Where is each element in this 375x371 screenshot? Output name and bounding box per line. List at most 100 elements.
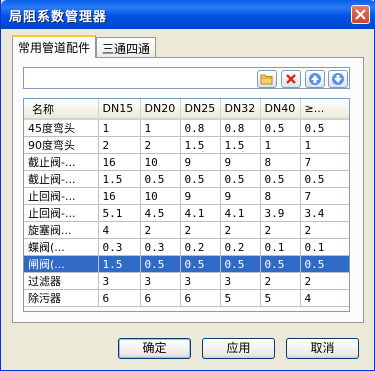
table-cell-value[interactable]: 0.5 — [220, 170, 261, 188]
table-cell-name[interactable]: 蝶阀(... — [24, 238, 99, 256]
table-cell-value[interactable]: 9 — [220, 187, 261, 205]
table-cell-value[interactable]: 2 — [98, 136, 141, 154]
table-cell-value[interactable]: 8 — [260, 187, 301, 205]
table-cell-value[interactable]: 2 — [140, 221, 181, 239]
move-down-button[interactable] — [328, 70, 348, 88]
table-cell-value[interactable]: 2 — [300, 221, 349, 239]
table-cell-value[interactable]: 3 — [220, 272, 261, 290]
table-cell-name[interactable]: 过滤器 — [24, 272, 99, 290]
column-header-dn50-plus[interactable]: ≥... — [300, 99, 349, 120]
table-cell-value[interactable]: 2 — [260, 221, 301, 239]
table-cell-value[interactable]: 0.5 — [300, 255, 349, 273]
table-row[interactable]: 止回阀-... 16 10 9 9 8 7 — [24, 187, 349, 205]
table-cell-name[interactable]: 止回阀-... — [24, 187, 99, 205]
table-cell-value[interactable]: 1.5 — [220, 136, 261, 154]
table-cell-value[interactable]: 0.8 — [180, 119, 221, 137]
column-header-name[interactable]: 名称 — [24, 99, 99, 120]
table-cell-value[interactable]: 0.5 — [260, 119, 301, 137]
table-cell-value[interactable]: 1 — [260, 136, 301, 154]
table-cell-value[interactable]: 0.5 — [220, 255, 261, 273]
move-up-button[interactable] — [305, 70, 325, 88]
table-cell-value[interactable]: 3 — [140, 272, 181, 290]
delete-button[interactable] — [281, 70, 301, 88]
table-cell-value[interactable]: 0.2 — [220, 238, 261, 256]
table-cell-value[interactable]: 1 — [300, 136, 349, 154]
table-row[interactable]: 45度弯头 1 1 0.8 0.8 0.5 0.5 — [24, 119, 349, 137]
table-cell-value[interactable]: 8 — [260, 153, 301, 171]
table-cell-value[interactable]: 7 — [300, 187, 349, 205]
table-cell-value[interactable]: 6 — [98, 289, 141, 307]
table-cell-name[interactable]: 止回阀-... — [24, 204, 99, 222]
table-cell-value[interactable]: 3 — [180, 272, 221, 290]
table-cell-value[interactable]: 16 — [98, 187, 141, 205]
column-header-dn25[interactable]: DN25 — [180, 99, 221, 120]
column-header-dn20[interactable]: DN20 — [140, 99, 181, 120]
table-cell-value[interactable]: 0.3 — [98, 238, 141, 256]
table-cell-name[interactable]: 截止阀-... — [24, 153, 99, 171]
table-cell-value[interactable]: 2 — [300, 272, 349, 290]
table-cell-value[interactable]: 3.4 — [300, 204, 349, 222]
table-cell-value[interactable]: 2 — [260, 272, 301, 290]
table-cell-value[interactable]: 0.8 — [220, 119, 261, 137]
title-bar[interactable]: 局阻系数管理器 — [1, 0, 375, 29]
close-button[interactable] — [351, 5, 370, 24]
table-row[interactable]: 过滤器 3 3 3 3 2 2 — [24, 272, 349, 290]
open-button[interactable] — [257, 70, 277, 88]
table-cell-value[interactable]: 9 — [220, 153, 261, 171]
tab-tee-cross[interactable]: 三通四通 — [96, 37, 157, 57]
table-cell-value[interactable]: 2 — [140, 136, 181, 154]
ok-button[interactable]: 确定 — [118, 338, 191, 359]
table-cell-value[interactable]: 0.5 — [140, 170, 181, 188]
cancel-button[interactable]: 取消 — [286, 338, 359, 359]
table-cell-value[interactable]: 0.5 — [180, 255, 221, 273]
table-row[interactable]: 截止阀-... 1.5 0.5 0.5 0.5 0.5 0.5 — [24, 170, 349, 188]
table-cell-value[interactable]: 0.5 — [300, 170, 349, 188]
table-row[interactable]: 止回阀-... 5.1 4.5 4.1 4.1 3.9 3.4 — [24, 204, 349, 222]
table-cell-value[interactable]: 9 — [180, 153, 221, 171]
table-row[interactable]: 旋塞阀... 4 2 2 2 2 2 — [24, 221, 349, 239]
table-cell-value[interactable]: 9 — [180, 187, 221, 205]
table-cell-value[interactable]: 0.5 — [260, 255, 301, 273]
table-cell-value[interactable]: 1.5 — [98, 255, 141, 273]
table-cell-value[interactable]: 0.5 — [260, 170, 301, 188]
table-row[interactable]: 截止阀-... 16 10 9 9 8 7 — [24, 153, 349, 171]
table-cell-value[interactable]: 6 — [180, 289, 221, 307]
table-cell-value[interactable]: 4 — [98, 221, 141, 239]
table-cell-value[interactable]: 5 — [260, 289, 301, 307]
apply-button[interactable]: 应用 — [202, 338, 275, 359]
table-cell-value[interactable]: 5.1 — [98, 204, 141, 222]
table-cell-value[interactable]: 0.5 — [180, 170, 221, 188]
table-cell-value[interactable]: 1.5 — [180, 136, 221, 154]
table-cell-value[interactable]: 3 — [98, 272, 141, 290]
table-row[interactable]: 闸阀(... 1.5 0.5 0.5 0.5 0.5 0.5 — [24, 255, 349, 273]
table-cell-name[interactable]: 旋塞阀... — [24, 221, 99, 239]
table-row[interactable]: 蝶阀(... 0.3 0.3 0.2 0.2 0.1 0.1 — [24, 238, 349, 256]
table-cell-value[interactable]: 0.1 — [260, 238, 301, 256]
table-cell-name[interactable]: 90度弯头 — [24, 136, 99, 154]
table-cell-value[interactable]: 6 — [140, 289, 181, 307]
table-cell-value[interactable]: 4.1 — [180, 204, 221, 222]
table-cell-name[interactable]: 45度弯头 — [24, 119, 99, 137]
table-cell-value[interactable]: 4.1 — [220, 204, 261, 222]
table-cell-value[interactable]: 0.5 — [300, 119, 349, 137]
table-cell-value[interactable]: 0.1 — [300, 238, 349, 256]
tab-common-fittings[interactable]: 常用管道配件 — [12, 35, 97, 58]
table-row[interactable]: 90度弯头 2 2 1.5 1.5 1 1 — [24, 136, 349, 154]
table-cell-value[interactable]: 7 — [300, 153, 349, 171]
table-cell-value[interactable]: 1 — [140, 119, 181, 137]
table-cell-value[interactable]: 3.9 — [260, 204, 301, 222]
table-cell-value[interactable]: 1.5 — [98, 170, 141, 188]
coefficient-table[interactable]: 名称 DN15 DN20 DN25 DN32 DN40 ≥... 45度弯头 1 1… — [23, 98, 350, 312]
table-cell-value[interactable]: 0.3 — [140, 238, 181, 256]
table-cell-value[interactable]: 10 — [140, 153, 181, 171]
table-cell-value[interactable]: 0.2 — [180, 238, 221, 256]
table-cell-name[interactable]: 截止阀-... — [24, 170, 99, 188]
table-cell-value[interactable]: 2 — [180, 221, 221, 239]
column-header-dn40[interactable]: DN40 — [260, 99, 301, 120]
table-cell-value[interactable]: 16 — [98, 153, 141, 171]
table-cell-value[interactable]: 5 — [220, 289, 261, 307]
table-cell-value[interactable]: 1 — [98, 119, 141, 137]
table-row[interactable]: 除污器 6 6 6 5 5 4 — [24, 289, 349, 307]
table-cell-value[interactable]: 2 — [220, 221, 261, 239]
table-cell-value[interactable]: 0.5 — [140, 255, 181, 273]
